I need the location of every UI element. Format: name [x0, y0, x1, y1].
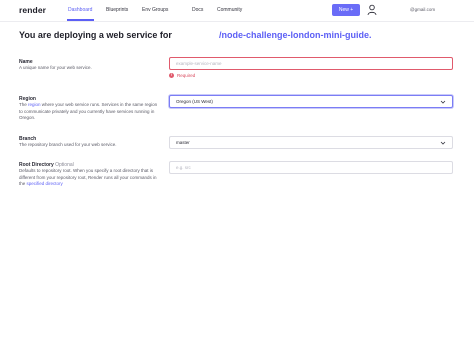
repo-name[interactable]: /node-challenge-london-mini-guide. — [219, 30, 372, 40]
nav-dashboard[interactable]: Dashboard — [68, 7, 92, 13]
new-button[interactable]: New + — [332, 4, 360, 16]
root-directory-input[interactable]: e.g. src — [169, 161, 453, 174]
render-logo[interactable]: render — [19, 5, 46, 15]
nav-docs[interactable]: Docs — [192, 7, 203, 13]
page-heading: You are deploying a web service for — [19, 30, 172, 40]
root-directory-placeholder: e.g. src — [176, 165, 191, 170]
name-input[interactable]: example-service-name — [169, 57, 453, 70]
name-description: A unique name for your web service. — [19, 65, 92, 70]
account-email[interactable]: @gmail.com — [410, 7, 435, 12]
nav-community[interactable]: Community — [217, 7, 242, 13]
root-directory-description: Defaults to repository root. When you sp… — [19, 168, 157, 186]
name-error: Required — [169, 72, 196, 78]
chevron-down-icon — [440, 100, 446, 104]
branch-value: master — [176, 140, 190, 145]
name-error-text: Required — [177, 73, 196, 78]
specified-directory-link[interactable]: specified directory — [27, 181, 63, 186]
name-placeholder: example-service-name — [176, 61, 222, 66]
region-value: Oregon (US West) — [176, 99, 213, 104]
chevron-down-icon — [440, 141, 446, 145]
region-link[interactable]: region — [28, 102, 41, 107]
error-icon — [169, 72, 174, 78]
top-navbar: render Dashboard Blueprints Env Groups D… — [0, 0, 474, 22]
branch-select[interactable]: master — [169, 136, 453, 149]
nav-blueprints[interactable]: Blueprints — [106, 7, 128, 13]
nav-active-indicator — [67, 19, 94, 21]
nav-env-groups[interactable]: Env Groups — [142, 7, 168, 13]
region-select[interactable]: Oregon (US West) — [169, 95, 453, 108]
region-description: The region where your web service runs. … — [19, 102, 158, 120]
user-icon[interactable] — [367, 4, 377, 16]
branch-description: The repository branch used for your web … — [19, 142, 117, 147]
